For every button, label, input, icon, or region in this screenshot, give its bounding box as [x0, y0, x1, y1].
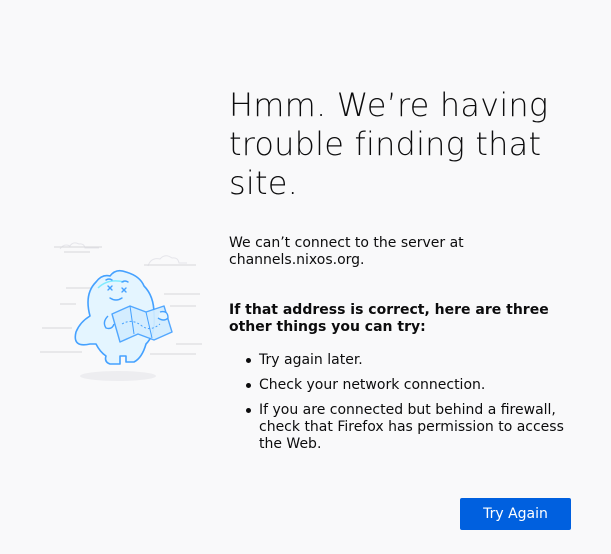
- suggestion-text: If you are connected but behind a firewa…: [259, 402, 564, 452]
- error-page: Hmm. We’re having trouble finding that s…: [0, 0, 611, 554]
- bullet-icon: [246, 383, 251, 388]
- bullet-icon: [246, 408, 251, 413]
- suggestion-text: Try again later.: [259, 352, 363, 368]
- try-again-button[interactable]: Try Again: [460, 498, 571, 530]
- suggestions-list: Try again later. Check your network conn…: [229, 352, 574, 453]
- suggestion-item: Try again later.: [246, 352, 574, 369]
- confused-blob-illustration: [40, 242, 202, 381]
- suggestion-text: Check your network connection.: [259, 377, 486, 393]
- error-title: Hmm. We’re having trouble finding that s…: [229, 86, 549, 202]
- bullet-icon: [246, 358, 251, 363]
- suggestion-item: If you are connected but behind a firewa…: [246, 402, 574, 453]
- suggestion-item: Check your network connection.: [246, 377, 574, 394]
- error-content: Hmm. We’re having trouble finding that s…: [229, 86, 574, 461]
- suggestions-heading: If that address is correct, here are thr…: [229, 302, 549, 335]
- error-message: We can’t connect to the server at channe…: [229, 235, 464, 268]
- cloud-icon: [59, 242, 187, 267]
